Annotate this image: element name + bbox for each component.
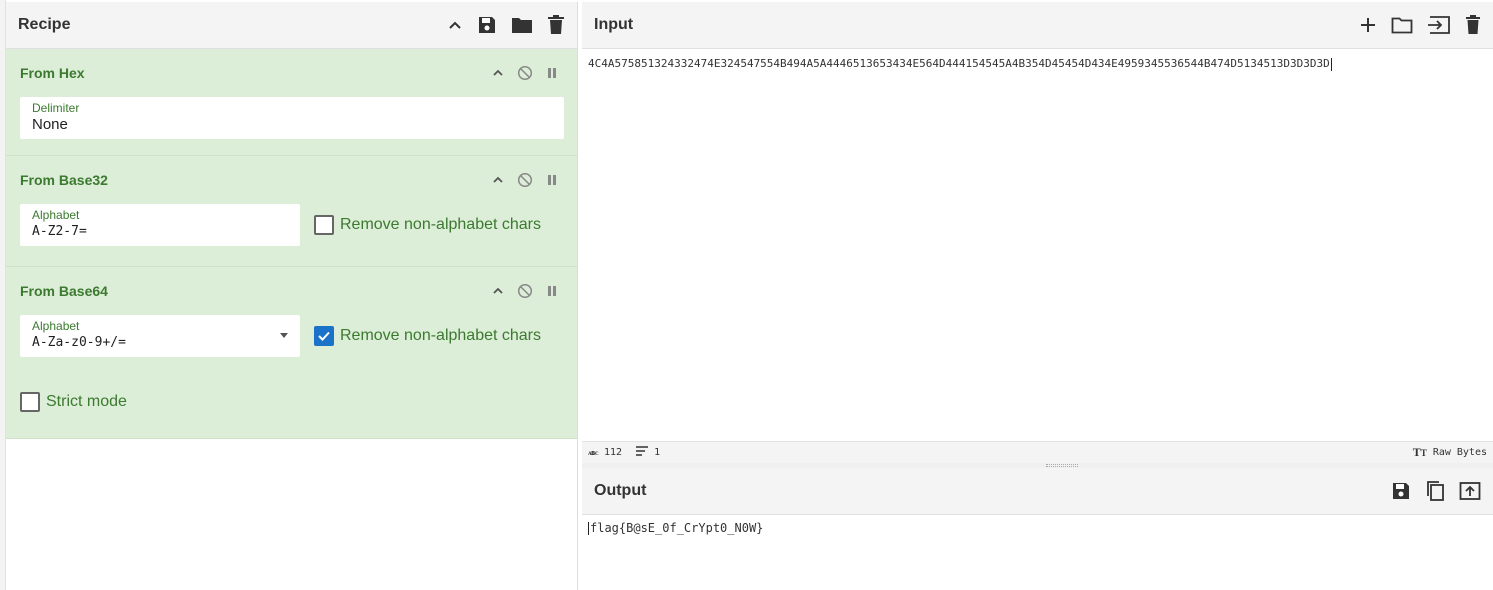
input-title: Input [594,16,634,33]
length-indicator: ᴀʙᴄ 112 [588,447,622,458]
alphabet-label: Alphabet [32,319,80,333]
add-input-icon[interactable] [1359,16,1377,34]
operation-from-base32[interactable]: From Base32 Alphabet A-Z2-7= Remove non-… [6,156,577,267]
recipe-header: Recipe [6,2,577,49]
strict-mode-checkbox[interactable] [20,392,40,412]
output-pane: Output flag{B@sE_0f_CrYpt0_N0W} [582,468,1493,590]
breakpoint-icon[interactable] [545,66,559,80]
recipe-pane: Recipe From Hex Delimiter None From Base… [6,2,578,590]
open-folder-icon[interactable] [1391,16,1413,34]
checkmark-icon [318,331,330,341]
delimiter-label: Delimiter [32,101,80,115]
save-output-icon[interactable] [1391,481,1411,501]
chevron-up-icon[interactable] [447,17,463,33]
remove-non-alphabet-checkbox[interactable] [314,215,334,235]
collapse-icon[interactable] [491,284,505,298]
operation-from-hex[interactable]: From Hex Delimiter None [6,49,577,156]
operation-title: From Base64 [20,283,108,299]
input-pane: Input 4C4A575851324332474E324547554B494A… [582,2,1493,463]
lines-indicator: 1 [636,446,660,459]
replace-input-icon[interactable] [1459,481,1481,501]
operation-title: From Hex [20,65,85,81]
input-content: 4C4A575851324332474E324547554B494A5A4446… [588,57,1330,70]
collapse-icon[interactable] [491,66,505,80]
input-textarea[interactable]: 4C4A575851324332474E324547554B494A5A4446… [582,49,1493,441]
save-recipe-icon[interactable] [477,15,497,35]
output-header: Output [582,468,1493,515]
alphabet-label: Alphabet [32,208,80,222]
text-type-icon: TT [1412,445,1427,459]
clear-input-icon[interactable] [1465,15,1481,35]
input-status-bar: ᴀʙᴄ 112 1 TT Raw Bytes [582,441,1493,463]
lines-icon [636,446,649,459]
abc-icon: ᴀʙᴄ [588,448,599,457]
clear-recipe-icon[interactable] [547,15,565,35]
input-encoding: Raw Bytes [1432,447,1487,458]
input-length: 112 [604,447,623,458]
disable-icon[interactable] [517,65,533,81]
alphabet-value: A-Za-z0-9+/= [32,335,126,350]
remove-non-alphabet-label: Remove non-alphabet chars [340,216,542,233]
strict-mode-toggle[interactable]: Strict mode [20,392,563,412]
output-textarea[interactable]: flag{B@sE_0f_CrYpt0_N0W} [582,515,1493,541]
base64-alphabet-select[interactable]: Alphabet A-Za-z0-9+/= [20,315,300,357]
recipe-title: Recipe [18,16,71,33]
strict-mode-label: Strict mode [46,393,127,410]
output-title: Output [594,482,647,499]
splitter-grip[interactable] [1046,464,1078,467]
disable-icon[interactable] [517,283,533,299]
load-file-icon[interactable] [1427,15,1451,35]
breakpoint-icon[interactable] [545,284,559,298]
collapse-icon[interactable] [491,173,505,187]
remove-non-alphabet-label: Remove non-alphabet chars [340,327,542,344]
text-cursor [588,522,589,535]
input-header: Input [582,2,1493,49]
dropdown-caret-icon[interactable] [280,333,288,338]
copy-output-icon[interactable] [1425,480,1445,502]
operation-from-base64[interactable]: From Base64 Alphabet A-Za-z0-9+/= Remove… [6,267,577,439]
load-recipe-icon[interactable] [511,15,533,35]
remove-non-alphabet-toggle[interactable]: Remove non-alphabet chars [314,215,541,235]
remove-non-alphabet-toggle[interactable]: Remove non-alphabet chars [314,326,541,346]
input-lines: 1 [654,447,661,458]
text-cursor [1330,57,1332,71]
disable-icon[interactable] [517,172,533,188]
delimiter-field[interactable]: Delimiter None [20,97,564,139]
encoding-selector[interactable]: TT Raw Bytes [1413,445,1487,460]
output-content: flag{B@sE_0f_CrYpt0_N0W} [590,521,764,535]
delimiter-value: None [32,116,68,133]
operation-title: From Base32 [20,172,108,188]
remove-non-alphabet-checkbox[interactable] [314,326,334,346]
base32-alphabet-field[interactable]: Alphabet A-Z2-7= [20,204,300,246]
breakpoint-icon[interactable] [545,173,559,187]
alphabet-value: A-Z2-7= [32,224,87,239]
